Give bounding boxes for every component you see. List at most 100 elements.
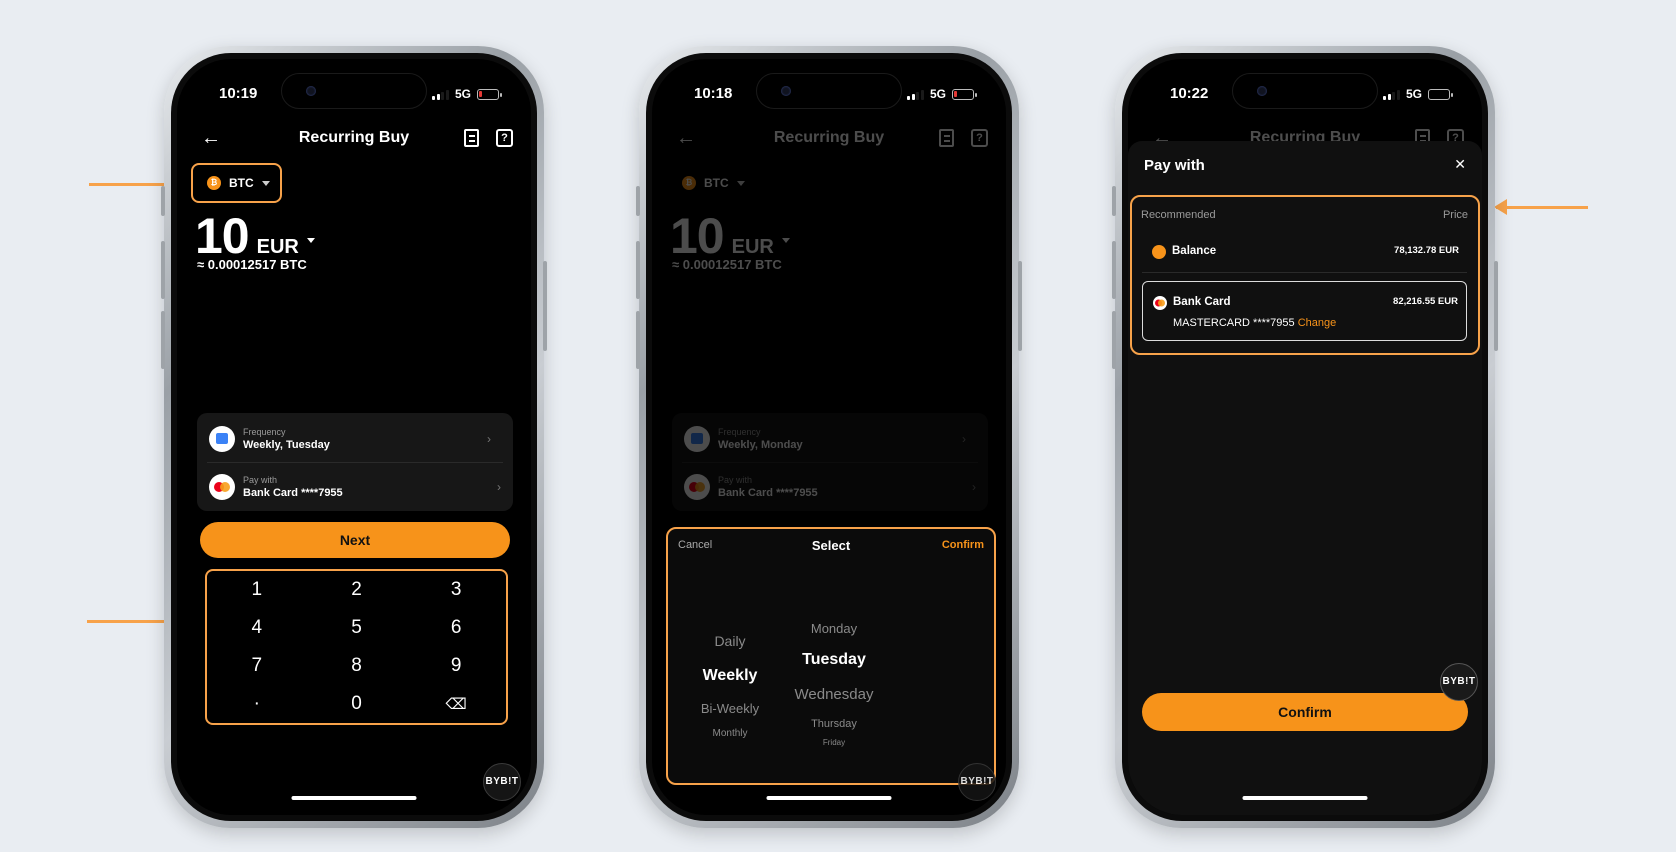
mastercard-icon (684, 474, 710, 500)
status-bar: 10:22 5G (1128, 85, 1482, 105)
close-icon[interactable]: ✕ (1454, 156, 1466, 173)
key-0[interactable]: 0 (307, 685, 407, 723)
pay-with-value: Bank Card ****7955 (243, 487, 343, 499)
picker-option-friday[interactable]: Friday (784, 738, 884, 747)
key-3[interactable]: 3 (406, 571, 506, 609)
battery-icon (952, 88, 977, 100)
pay-with-row: Pay with Bank Card ****7955 › (672, 463, 988, 511)
status-bar: 10:18 5G (652, 85, 1006, 105)
signal-icon (432, 89, 449, 100)
confirm-button[interactable]: Confirm (942, 539, 984, 551)
key-2[interactable]: 2 (307, 571, 407, 609)
change-card-link[interactable]: Change (1298, 317, 1337, 329)
key-4[interactable]: 4 (207, 609, 307, 647)
network-type: 5G (454, 87, 471, 101)
picker-option-thursday[interactable]: Thursday (784, 718, 884, 730)
picker-option-tuesday[interactable]: Tuesday (784, 651, 884, 669)
approx-btc: ≈ 0.00012517 BTC (197, 257, 307, 272)
picker-option-monday[interactable]: Monday (784, 621, 884, 636)
balance-icon (1152, 245, 1166, 259)
calendar-icon (684, 425, 710, 452)
option-price: 82,216.55 EUR (1393, 296, 1458, 307)
key-8[interactable]: 8 (307, 647, 407, 685)
key-1[interactable]: 1 (207, 571, 307, 609)
frequency-value: Weekly, Tuesday (243, 438, 330, 451)
chevron-right-icon: › (497, 480, 501, 494)
battery-icon (477, 88, 502, 100)
picker-option-biweekly[interactable]: Bi-Weekly (690, 701, 770, 716)
pay-with-label: Pay with (243, 475, 278, 485)
frequency-row: Frequency Weekly, Monday › (682, 415, 978, 463)
bybit-logo[interactable]: BYB!T (958, 763, 996, 801)
asset-symbol: BTC (229, 176, 254, 190)
chevron-right-icon: › (972, 480, 976, 494)
chevron-down-icon[interactable] (306, 237, 315, 243)
header: ← Recurring Buy ? (177, 125, 531, 155)
payment-option-balance[interactable]: Balance 78,132.78 EUR (1142, 231, 1467, 273)
option-name: Balance (1172, 245, 1217, 257)
home-indicator (766, 796, 892, 800)
signal-icon (907, 89, 924, 100)
key-decimal[interactable]: · (207, 685, 307, 723)
picker-option-monthly[interactable]: Monthly (690, 728, 770, 739)
option-price: 78,132.78 EUR (1394, 245, 1459, 256)
backspace-icon[interactable]: ⌫ (406, 685, 506, 723)
home-indicator (1242, 796, 1368, 800)
help-icon[interactable]: ? (496, 129, 513, 147)
asset-selector[interactable]: ₿ BTC (191, 163, 282, 203)
home-indicator (291, 796, 417, 800)
asset-symbol: BTC (704, 176, 729, 190)
network-type: 5G (929, 87, 946, 101)
picker-option-daily[interactable]: Daily (690, 633, 770, 649)
bybit-logo[interactable]: BYB!T (1440, 663, 1478, 701)
phone-recurring-buy: 10:19 5G ← Recurring Buy ? ₿ BTC 10 EUR … (161, 46, 547, 828)
settings-card: Frequency Weekly, Monday › Pay with Bank… (672, 413, 988, 511)
header: ← Recurring Buy ? (652, 125, 1006, 155)
frequency-picker-sheet: Cancel Select Confirm Daily Weekly Bi-We… (666, 527, 996, 785)
network-type: 5G (1405, 87, 1422, 101)
phone-frequency-picker: 10:18 5G ← Recurring Buy ? ₿ BTC 10 EUR (636, 46, 1022, 828)
chevron-down-icon (736, 180, 745, 186)
key-7[interactable]: 7 (207, 647, 307, 685)
key-6[interactable]: 6 (406, 609, 506, 647)
payment-option-bank-card[interactable]: Bank Card 82,216.55 EUR MASTERCARD ****7… (1142, 281, 1467, 341)
numeric-keypad: 1 2 3 4 5 6 7 8 9 · 0 ⌫ (205, 569, 508, 725)
frequency-row[interactable]: Frequency Weekly, Tuesday › (207, 415, 503, 463)
help-icon: ? (971, 129, 988, 147)
key-5[interactable]: 5 (307, 609, 407, 647)
status-bar: 10:19 5G (177, 85, 531, 105)
mastercard-icon (1153, 296, 1167, 310)
payment-options: Recommended Price Balance 78,132.78 EUR … (1130, 195, 1480, 355)
frequency-value: Weekly, Monday (718, 438, 803, 451)
calendar-icon (209, 425, 235, 452)
picker-option-weekly[interactable]: Weekly (690, 667, 770, 685)
screen: 10:19 5G ← Recurring Buy ? ₿ BTC 10 EUR … (177, 59, 531, 815)
asset-selector: ₿ BTC (666, 163, 757, 203)
frequency-label: Frequency (718, 426, 761, 437)
amount-currency[interactable]: EUR (257, 236, 299, 259)
pay-with-row[interactable]: Pay with Bank Card ****7955 › (197, 463, 513, 511)
phone-pay-with: 10:22 5G ← Recurring Buy ? Pay with ✕ Re… (1112, 46, 1498, 828)
battery-icon (1428, 88, 1453, 100)
settings-card: Frequency Weekly, Tuesday › Pay with Ban… (197, 413, 513, 511)
sheet-title: Pay with (1144, 157, 1205, 174)
status-time: 10:22 (1170, 85, 1209, 102)
confirm-button[interactable]: Confirm (1142, 693, 1468, 731)
status-time: 10:19 (219, 85, 258, 102)
status-time: 10:18 (694, 85, 733, 102)
key-9[interactable]: 9 (406, 647, 506, 685)
bybit-logo[interactable]: BYB!T (483, 763, 521, 801)
screen: 10:18 5G ← Recurring Buy ? ₿ BTC 10 EUR (652, 59, 1006, 815)
amount-currency: EUR (731, 236, 774, 258)
btc-coin-icon: ₿ (682, 176, 696, 190)
picker-option-wednesday[interactable]: Wednesday (784, 686, 884, 703)
option-name: Bank Card (1173, 296, 1231, 308)
orders-icon[interactable] (464, 129, 479, 147)
recommended-label: Recommended (1141, 209, 1216, 221)
signal-icon (1383, 89, 1400, 100)
pay-with-label: Pay with (718, 475, 753, 485)
chevron-down-icon (781, 237, 790, 243)
frequency-label: Frequency (243, 426, 286, 437)
pay-with-value: Bank Card ****7955 (718, 487, 818, 499)
next-button[interactable]: Next (200, 522, 510, 558)
